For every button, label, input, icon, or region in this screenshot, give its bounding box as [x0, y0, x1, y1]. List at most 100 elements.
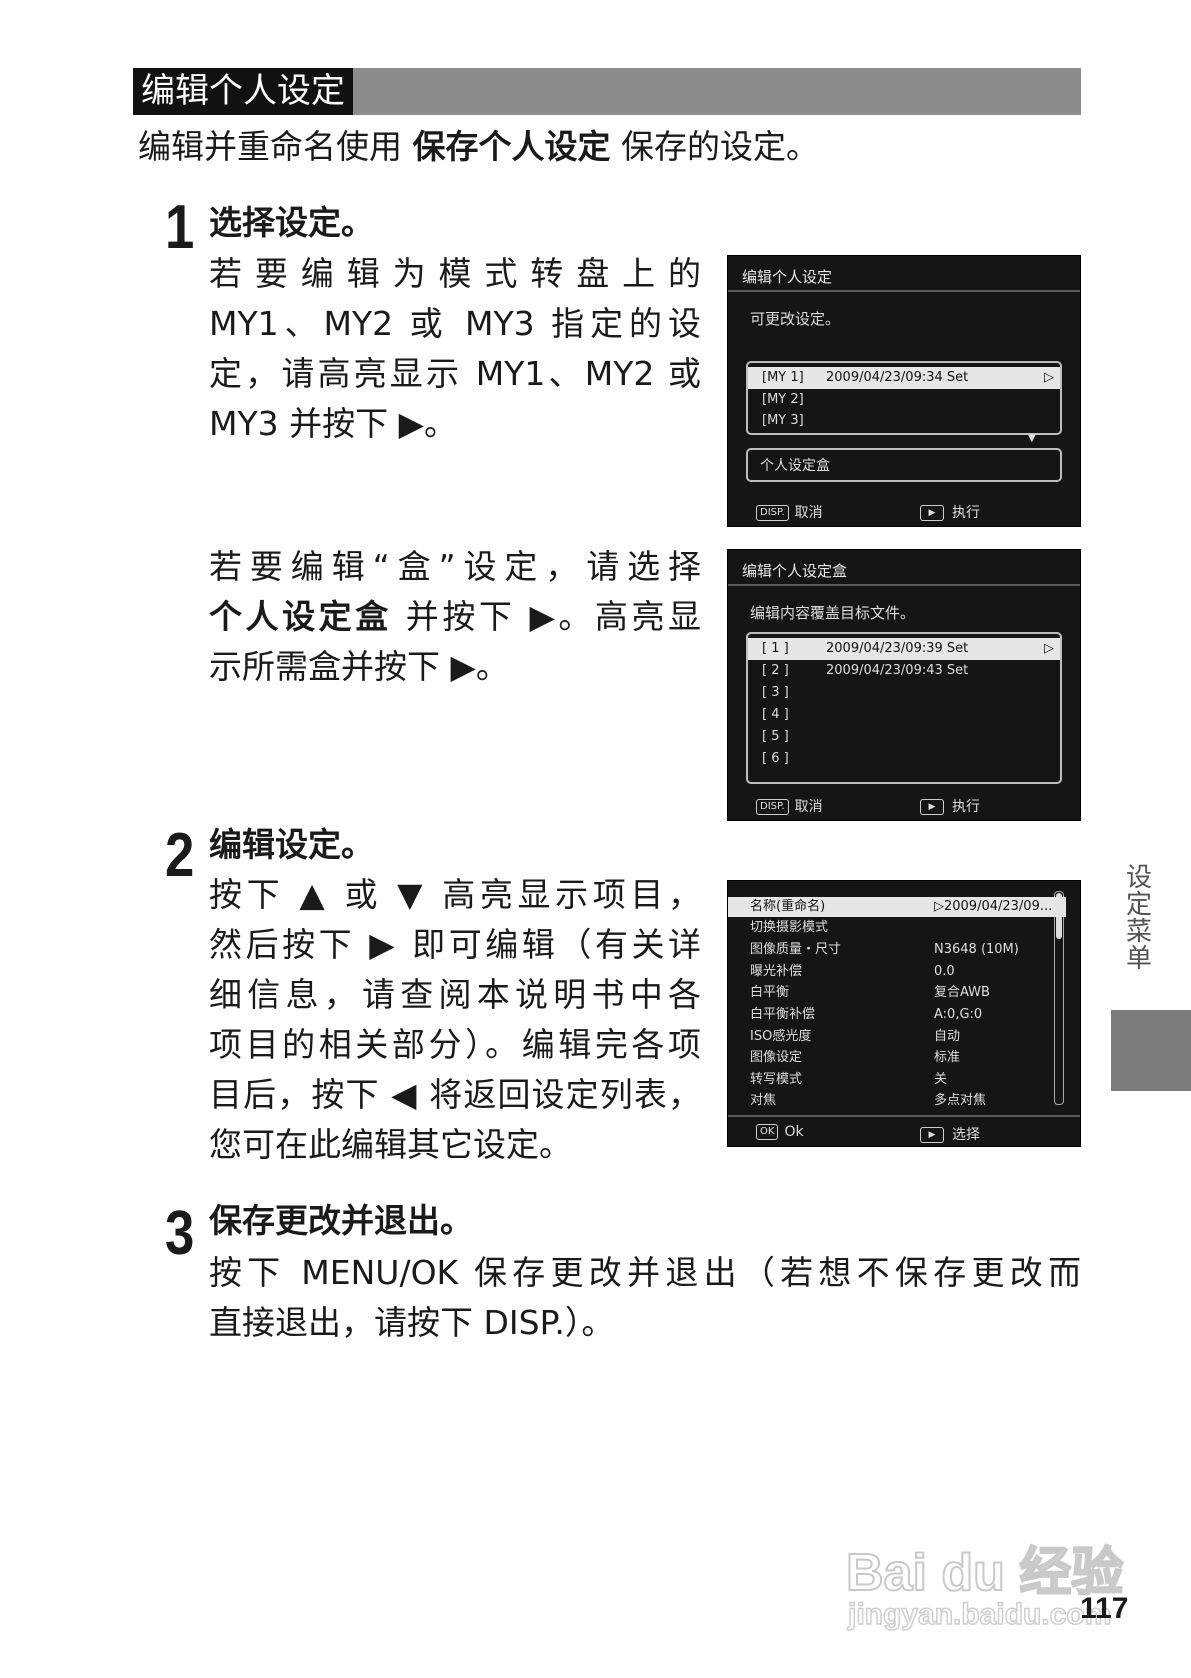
my-slot-row[interactable]: [MY 1] 2009/04/23/09:34 Set ▷ — [748, 367, 1060, 389]
screen-divider — [728, 584, 1080, 586]
setting-value: 自动 — [934, 1029, 961, 1044]
setting-value: A:0,G:0 — [934, 1007, 983, 1022]
setting-row[interactable]: 曝光补偿 0.0 — [728, 962, 1066, 982]
slot-label: [ 5 ] — [762, 729, 789, 744]
step-1-number: 1 — [165, 193, 194, 262]
box-slot-row[interactable]: [ 1 ] 2009/04/23/09:39 Set ▷ — [748, 638, 1060, 660]
footer-cancel: DISP. 取消 — [756, 502, 823, 522]
screen-divider — [728, 290, 1080, 292]
step-1-p2-line: 若要编辑“盒”设定，请选择 — [209, 547, 701, 586]
ok-key-icon: OK — [756, 1124, 779, 1140]
slot-label: [ 2 ] — [762, 663, 789, 678]
execute-label: 执行 — [952, 799, 980, 815]
intro-bold: 保存个人设定 — [412, 127, 611, 166]
slot-timestamp: 2009/04/23/09:43 Set — [826, 663, 969, 678]
camera-screen-edit-box: 编辑个人设定盒 编辑内容覆盖目标文件。 [ 1 ] 2009/04/23/09:… — [727, 549, 1081, 821]
step-2-line: 然后按下 ▶ 即可编辑（有关详 — [209, 925, 701, 964]
setting-value: ▷2009/04/23/09... — [934, 899, 1053, 914]
ok-label: Ok — [784, 1124, 804, 1140]
section-title: 编辑个人设定 — [133, 68, 353, 115]
step-2-line: 您可在此编辑其它设定。 — [209, 1125, 572, 1164]
step-2-number: 2 — [165, 821, 194, 890]
setting-value: N3648 (10M) — [934, 942, 1019, 957]
my-slot-row[interactable]: [MY 3] — [748, 410, 1060, 432]
box-menu-label: 个人设定盒 — [760, 458, 830, 474]
step-2-paragraph: 按下 ▲ 或 ▼ 高亮显示项目， 然后按下 ▶ 即可编辑（有关详 细信息，请查阅… — [209, 870, 701, 1170]
step-1-p2-line: 个人设定盒 并按下 ▶。高亮显 — [209, 592, 701, 642]
setting-row[interactable]: 图像设定 标准 — [728, 1048, 1066, 1068]
step-1-paragraph-1: 若要编辑为模式转盘上的 MY1、MY2 或 MY3 指定的设 定，请高亮显示 M… — [209, 249, 701, 449]
cancel-label: 取消 — [794, 505, 823, 521]
step-1-p2-rest: 并按下 ▶。高亮显 — [405, 597, 702, 636]
my-slot-row[interactable]: [MY 2] — [748, 389, 1060, 411]
box-slot-row[interactable]: [ 6 ] — [748, 748, 1060, 770]
box-slot-row[interactable]: [ 2 ] 2009/04/23/09:43 Set — [748, 660, 1060, 682]
setting-value: 多点对焦 — [934, 1093, 987, 1108]
camera-screen-setting-list: 名称(重命名) ▷2009/04/23/09... 切换摄影模式 图像质量・尺寸 N… — [727, 880, 1081, 1147]
scroll-down-icon: ▼ — [1028, 433, 1036, 444]
slot-label: [MY 3] — [762, 413, 804, 428]
step-3-number: 3 — [165, 1199, 194, 1268]
setting-name: 白平衡补偿 — [750, 1007, 816, 1022]
footer-cancel: DISP. 取消 — [756, 796, 823, 816]
setting-value: 0.0 — [934, 964, 955, 979]
step-2-line: 按下 ▲ 或 ▼ 高亮显示项目， — [209, 875, 701, 914]
step-2-line: 项目的相关部分）。编辑完各项 — [209, 1025, 701, 1064]
setting-row[interactable]: 白平衡补偿 A:0,G:0 — [728, 1005, 1066, 1025]
slot-label: [ 4 ] — [762, 707, 789, 722]
setting-row[interactable]: 切换摄影模式 — [728, 918, 1066, 938]
step-1-p1-line: 若要编辑为模式转盘上的 — [209, 254, 701, 293]
my-slot-list: [MY 1] 2009/04/23/09:34 Set ▷ [MY 2] [MY… — [746, 361, 1062, 435]
side-chapter-tab — [1111, 1010, 1191, 1091]
screen-title: 编辑个人设定 — [742, 268, 833, 286]
step-2-line: 目后，按下 ◀ 将返回设定列表， — [209, 1075, 701, 1114]
box-slot-row[interactable]: [ 3 ] — [748, 682, 1060, 704]
disp-key-icon: DISP. — [756, 799, 789, 815]
step-1-p1-line: MY3 并按下 ▶。 — [209, 404, 457, 443]
setting-value: 关 — [934, 1072, 948, 1087]
slot-label: [MY 2] — [762, 392, 804, 407]
page-number: 117 — [1080, 1592, 1129, 1625]
disp-key-icon: DISP. — [756, 505, 789, 521]
step-3-title: 保存更改并退出。 — [209, 1201, 473, 1240]
setting-value: 复合AWB — [934, 985, 990, 1000]
select-label: 选择 — [952, 1127, 980, 1143]
box-slot-row[interactable]: [ 4 ] — [748, 704, 1060, 726]
screen-subtitle: 编辑内容覆盖目标文件。 — [750, 604, 916, 622]
slot-label: [ 6 ] — [762, 751, 789, 766]
step-1-title: 选择设定。 — [209, 203, 374, 242]
step-3-paragraph: 按下 MENU/OK 保存更改并退出（若想不保存更改而 直接退出，请按下 DIS… — [209, 1248, 1081, 1348]
slot-timestamp: 2009/04/23/09:39 Set — [826, 641, 969, 656]
box-slot-row[interactable]: [ 5 ] — [748, 726, 1060, 748]
box-menu-item[interactable]: 个人设定盒 — [746, 448, 1062, 482]
intro-text: 编辑并重命名使用 保存个人设定 保存的设定。 — [138, 125, 819, 169]
footer-execute: ▶ 执行 — [920, 796, 980, 816]
step-3-line: 直接退出，请按下 DISP.）。 — [209, 1303, 615, 1342]
setting-row[interactable]: 转写模式 关 — [728, 1070, 1066, 1090]
step-2-line: 细信息，请查阅本说明书中各 — [209, 975, 701, 1014]
setting-name: 名称(重命名) — [750, 899, 826, 914]
setting-row[interactable]: 图像质量・尺寸 N3648 (10M) — [728, 940, 1066, 960]
footer-select: ▶ 选择 — [920, 1124, 980, 1144]
camera-screen-edit-my: 编辑个人设定 可更改设定。 [MY 1] 2009/04/23/09:34 Se… — [727, 255, 1081, 527]
step-1-paragraph-2: 若要编辑“盒”设定，请选择 个人设定盒 并按下 ▶。高亮显 示所需盒并按下 ▶。 — [209, 542, 701, 692]
setting-row[interactable]: ISO感光度 自动 — [728, 1027, 1066, 1047]
screen-subtitle: 可更改设定。 — [750, 310, 841, 328]
step-3-line: 按下 MENU/OK 保存更改并退出（若想不保存更改而 — [209, 1253, 1081, 1292]
setting-name: ISO感光度 — [750, 1029, 812, 1044]
play-key-icon: ▶ — [920, 799, 944, 815]
step-2-title: 编辑设定。 — [209, 825, 374, 864]
setting-name: 图像质量・尺寸 — [750, 942, 842, 957]
right-arrow-icon: ▷ — [1044, 641, 1054, 656]
execute-label: 执行 — [952, 505, 980, 521]
cancel-label: 取消 — [794, 799, 823, 815]
play-key-icon: ▶ — [920, 1127, 944, 1143]
step-1-p1-line: 定，请高亮显示 MY1、MY2 或 — [209, 354, 701, 393]
setting-row[interactable]: 对焦 多点对焦 — [728, 1091, 1066, 1111]
intro-after: 保存的设定。 — [621, 127, 819, 166]
setting-name: 对焦 — [750, 1093, 777, 1108]
setting-row[interactable]: 白平衡 复合AWB — [728, 983, 1066, 1003]
setting-name: 白平衡 — [750, 985, 790, 1000]
setting-name: 转写模式 — [750, 1072, 803, 1087]
setting-row[interactable]: 名称(重命名) ▷2009/04/23/09... — [728, 897, 1066, 917]
